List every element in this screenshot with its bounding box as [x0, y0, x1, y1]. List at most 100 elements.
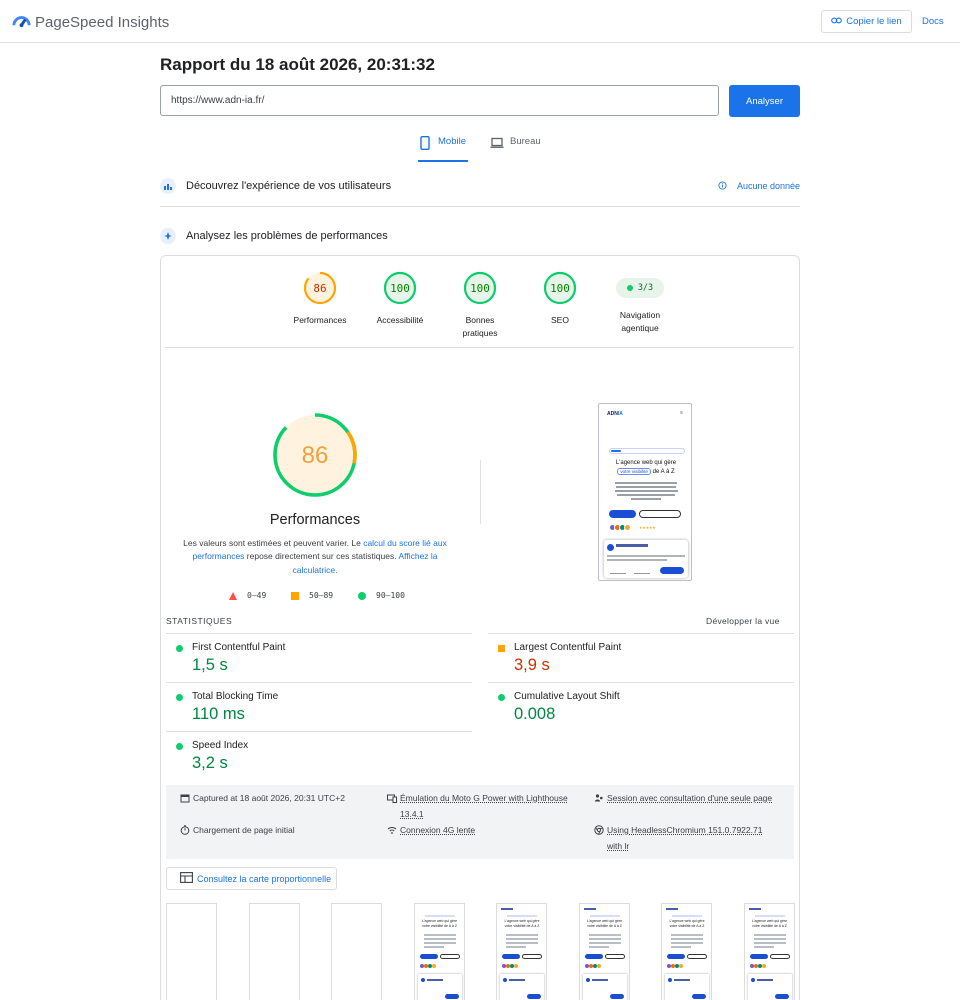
screenshot-headline-2: de A à Z — [650, 468, 675, 475]
metric-lcp-name: Largest Contentful Paint — [514, 642, 622, 653]
filmstrip-frame[interactable]: L'agence web qui gère votre visibilité de… — [661, 903, 712, 1000]
pass-dot-icon — [176, 694, 183, 701]
gauge-score: 100 — [550, 282, 570, 295]
gauge-performance[interactable]: 86 Performances — [280, 271, 360, 327]
pagespeed-logo-icon — [12, 10, 31, 34]
legend-fail-range: 0–49 — [247, 591, 267, 600]
url-input[interactable] — [160, 85, 719, 116]
screenshot-cookie-banner — [604, 540, 688, 578]
env-browser[interactable]: Using HeadlessChromium 151.0.7922.71 with… — [594, 822, 762, 854]
gauge-best-practices-label: Bonnes pratiques — [462, 315, 498, 338]
screenshot-headline-highlight: votre visibilité — [617, 467, 651, 475]
screenshot-stars: ★★★★★ — [639, 525, 656, 530]
screenshot-text-line — [616, 486, 676, 488]
score-gauge: 86 — [303, 271, 337, 305]
legend-pass: 90–100 — [358, 591, 405, 600]
metric-si-name: Speed Index — [192, 740, 249, 751]
gauge-performance-label: Performances — [293, 315, 347, 325]
screenshot-logo: ADNIA — [607, 411, 623, 417]
gauge-score: 100 — [470, 282, 490, 295]
gauge-score: 100 — [390, 282, 410, 295]
env-network-text: Connexion 4G lente — [400, 825, 476, 835]
pass-dot-icon — [626, 285, 633, 291]
crux-section-header[interactable]: Découvrez l'expérience de vos utilisateu… — [160, 176, 800, 196]
metric-si: Speed Index 3,2 s — [166, 732, 456, 780]
legend-average: 50–89 — [291, 591, 333, 600]
lab-section-header: Analysez les problèmes de performances — [160, 226, 800, 246]
gauge-accessibility-label: Accessibilité — [376, 315, 424, 325]
metric-cls-name: Cumulative Layout Shift — [514, 691, 620, 702]
filmstrip-frame[interactable] — [166, 903, 217, 1000]
gauge-agentic-label: Navigation agentique — [619, 310, 661, 333]
gauge-best-practices[interactable]: 100 Bonnes pratiques — [440, 271, 520, 340]
agentic-value: 3/3 — [637, 283, 654, 293]
laptop-icon — [490, 136, 510, 153]
filmstrip-frame[interactable] — [248, 903, 300, 1000]
screenshot-avatar — [624, 524, 631, 531]
screenshot-headline: L'agence web qui gère votre visibilité de… — [605, 459, 687, 476]
pass-dot-icon — [176, 645, 183, 652]
metric-si-value: 3,2 s — [192, 754, 228, 772]
runtime-settings: Captured at 18 août 2026, 20:31 UTC+2 Ch… — [166, 785, 794, 859]
average-square-icon — [498, 645, 505, 652]
tab-mobile-label: Mobile — [438, 136, 466, 147]
tab-desktop-label: Bureau — [510, 136, 541, 147]
no-data-indicator[interactable]: Aucune donnée — [718, 180, 800, 192]
screenshot-text-line — [631, 498, 661, 500]
tab-mobile[interactable]: Mobile — [418, 135, 468, 162]
wifi-icon — [387, 827, 397, 834]
filmstrip-frame[interactable]: L'agence web qui gère votre visibilité de… — [578, 903, 630, 1000]
analyze-button[interactable]: Analyser — [729, 85, 800, 117]
env-emulation[interactable]: Émulation du Moto G Power with Lighthous… — [387, 790, 568, 822]
average-square-icon — [291, 591, 299, 600]
gauge-accessibility[interactable]: 100 Accessibilité — [360, 271, 440, 327]
score-gauge: 100 — [543, 271, 577, 305]
tab-desktop[interactable]: Bureau — [490, 136, 541, 162]
expand-view-toggle[interactable]: Développer la vue — [706, 616, 780, 626]
screenshot-text-line — [615, 482, 677, 484]
gauge-seo[interactable]: 100 SEO — [520, 271, 600, 327]
metric-fcp-name: First Contentful Paint — [192, 642, 286, 653]
docs-link[interactable]: Docs — [922, 16, 944, 27]
lighthouse-icon — [160, 228, 176, 244]
metric-tbt-value: 110 ms — [192, 705, 245, 723]
screenshot-text-line — [617, 494, 675, 496]
legend-fail: 0–49 — [229, 591, 266, 600]
pass-circle-icon — [358, 591, 366, 600]
metric-fcp: First Contentful Paint 1,5 s — [166, 634, 456, 682]
env-emulation-text: Émulation du Moto G Power with Lighthous… — [400, 793, 568, 803]
score-gauge: 100 — [383, 271, 417, 305]
env-captured-text: Captured at 18 août 2026, 20:31 UTC+2 — [193, 793, 345, 803]
fail-triangle-icon — [229, 591, 237, 600]
filmstrip-frame[interactable]: L'agence web qui gère votre visibilité de… — [496, 903, 547, 1000]
env-session-text: Session avec consultation d'une seule pa… — [607, 793, 773, 803]
smartphone-icon — [418, 135, 438, 153]
pass-dot-icon — [176, 743, 183, 750]
lab-section-title: Analysez les problèmes de performances — [186, 230, 388, 242]
treemap-button[interactable]: Consultez la carte proportionnelle — [166, 867, 337, 890]
gauge-agentic[interactable]: 3/3 Navigation agentique — [600, 271, 680, 335]
section-divider — [160, 206, 800, 207]
no-data-label: Aucune donnée — [736, 181, 800, 191]
desc-text-2: repose directement sur ces statistiques. — [244, 551, 399, 562]
filmstrip-frame[interactable] — [331, 903, 382, 1000]
env-network[interactable]: Connexion 4G lente — [387, 822, 475, 838]
score-gauge: 100 — [463, 271, 497, 305]
copy-link-button[interactable]: Copier le lien — [821, 10, 912, 33]
env-load-text: Chargement de page initial — [193, 825, 295, 835]
desc-text-1: Les valeurs sont estimées et peuvent var… — [183, 538, 364, 548]
env-session[interactable]: Session avec consultation d'une seule pa… — [594, 790, 772, 806]
metric-lcp-value: 3,9 s — [514, 656, 550, 674]
final-screenshot[interactable]: ADNIA ≡ L'agence web qui gère votre visib… — [598, 403, 692, 581]
card-divider — [165, 347, 794, 348]
brand[interactable]: PageSpeed Insights — [12, 10, 169, 34]
metric-tbt-name: Total Blocking Time — [192, 691, 279, 702]
metric-fcp-value: 1,5 s — [192, 656, 228, 674]
filmstrip-frame[interactable]: L'agence web qui gère votre visibilité de… — [743, 903, 795, 1000]
chrome-icon — [594, 825, 604, 835]
filmstrip-frame[interactable]: L'agence web qui gère votre visibilité de… — [413, 903, 465, 1000]
copy-link-label: Copier le lien — [846, 16, 902, 27]
screenshot-badge — [609, 448, 685, 454]
screenshot-text-line — [615, 490, 678, 492]
performance-description: Les valeurs sont estimées et peuvent var… — [178, 537, 452, 577]
